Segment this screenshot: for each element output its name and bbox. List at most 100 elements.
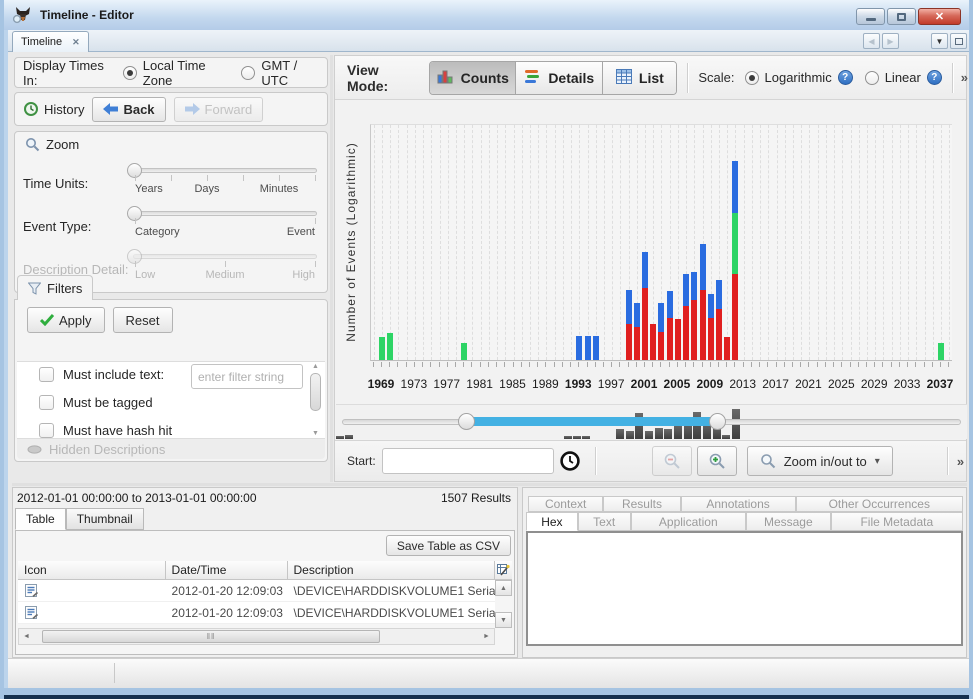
view-mode-counts[interactable]: Counts <box>430 62 516 94</box>
event-bar-2012[interactable] <box>732 161 738 360</box>
viewer-tab-hex[interactable]: Hex <box>526 512 578 531</box>
scroll-tabs-right-icon[interactable]: ▶ <box>882 33 899 49</box>
filters-tab[interactable]: Filters <box>17 275 93 300</box>
hex-content-area[interactable] <box>526 531 963 646</box>
scroll-down-icon[interactable]: ▼ <box>495 612 512 628</box>
radio-icon[interactable] <box>865 71 879 85</box>
event-bar-1970[interactable] <box>387 333 393 360</box>
maximize-pane-icon[interactable] <box>950 33 967 49</box>
history-button[interactable]: History <box>23 101 84 117</box>
scroll-left-icon[interactable]: ◄ <box>19 629 34 644</box>
scrollbar-thumb[interactable] <box>310 373 321 411</box>
checkbox-unchecked[interactable] <box>39 423 54 438</box>
view-mode-list[interactable]: List <box>603 62 676 94</box>
radio-icon[interactable] <box>241 66 255 80</box>
event-bar-2009[interactable] <box>708 294 714 360</box>
viewer-tab-other-occurrences[interactable]: Other Occurrences <box>796 496 963 512</box>
scale-radio-linear[interactable]: Linear? <box>865 70 942 85</box>
viewer-tab-application[interactable]: Application <box>631 512 746 531</box>
table-row[interactable]: 2012-01-20 12:09:03\DEVICE\HARDDISKVOLUM… <box>18 580 495 602</box>
tab-timeline[interactable]: Timeline ✕ <box>12 31 89 52</box>
range-slider-thumb-left[interactable] <box>458 413 475 430</box>
results-tab-thumbnail[interactable]: Thumbnail <box>66 508 144 530</box>
range-slider-thumb-right[interactable] <box>709 413 726 430</box>
column-header-date-time[interactable]: Date/Time <box>166 561 288 580</box>
timezone-radio-gmt-utc[interactable]: GMT / UTC <box>241 58 319 88</box>
scroll-right-icon[interactable]: ► <box>479 629 494 644</box>
event-bar-2007[interactable] <box>691 272 697 360</box>
table-row[interactable]: 2012-01-20 12:09:03\DEVICE\HARDDISKVOLUM… <box>18 602 495 624</box>
event-bar-2000[interactable] <box>634 303 640 360</box>
event-bar-1999[interactable] <box>626 290 632 360</box>
event-bar-2037[interactable] <box>938 343 944 360</box>
back-button[interactable]: Back <box>92 97 165 122</box>
scroll-tabs-left-icon[interactable]: ◀ <box>863 33 880 49</box>
filter-text-input[interactable] <box>191 364 303 389</box>
event-bar-1994[interactable] <box>585 336 591 360</box>
scroll-down-icon[interactable]: ▼ <box>310 430 321 437</box>
reset-filters-button[interactable]: Reset <box>113 307 173 333</box>
viewer-tab-message[interactable]: Message <box>746 512 831 531</box>
scroll-up-icon[interactable]: ▲ <box>310 363 321 370</box>
minimize-button[interactable] <box>856 8 885 25</box>
hidden-descriptions-button[interactable]: Hidden Descriptions <box>17 439 325 459</box>
maximize-button[interactable] <box>887 8 916 25</box>
event-bar-2011[interactable] <box>724 337 730 360</box>
horizontal-splitter[interactable] <box>12 483 967 486</box>
start-datetime-input[interactable] <box>382 448 554 474</box>
results-vertical-scrollbar[interactable]: ▲ ▼ <box>495 580 512 628</box>
time-toolbar-overflow-icon[interactable]: » <box>957 454 962 469</box>
slider-track-3[interactable] <box>133 254 317 259</box>
event-bar-2008[interactable] <box>700 244 706 360</box>
event-bar-1979[interactable] <box>461 343 467 360</box>
checkbox-unchecked[interactable] <box>39 367 54 382</box>
radio-icon[interactable] <box>123 66 137 80</box>
toolbar-overflow-icon[interactable]: » <box>961 70 966 85</box>
event-bar-1995[interactable] <box>593 336 599 360</box>
results-horizontal-scrollbar[interactable]: ◄ ‖‖ ► <box>18 628 495 645</box>
forward-button[interactable]: Forward <box>174 97 264 122</box>
vertical-splitter[interactable] <box>330 55 333 482</box>
gridline <box>530 125 531 360</box>
column-header-icon[interactable]: Icon <box>18 561 166 580</box>
apply-filters-button[interactable]: Apply <box>27 307 105 333</box>
scrollbar-thumb[interactable]: ‖‖ <box>42 630 380 643</box>
viewer-tab-annotations[interactable]: Annotations <box>681 496 796 512</box>
viewer-tab-results[interactable]: Results <box>603 496 680 512</box>
viewer-tab-text[interactable]: Text <box>578 512 631 531</box>
event-bar-2010[interactable] <box>716 280 722 360</box>
slider-track-2[interactable] <box>133 211 317 216</box>
event-bar-1969[interactable] <box>379 337 385 360</box>
slider-track-1[interactable] <box>133 168 317 173</box>
column-header-description[interactable]: Description <box>288 561 495 580</box>
event-bar-2003[interactable] <box>658 303 664 360</box>
event-bar-2005[interactable] <box>675 319 681 360</box>
checkbox-unchecked[interactable] <box>39 395 54 410</box>
save-csv-button[interactable]: Save Table as CSV <box>386 535 511 556</box>
event-bar-2004[interactable] <box>667 291 673 360</box>
event-bar-2002[interactable] <box>650 324 656 360</box>
close-button[interactable]: ✕ <box>918 8 961 25</box>
event-bar-2006[interactable] <box>683 274 689 360</box>
help-icon[interactable]: ? <box>838 70 853 85</box>
scroll-up-icon[interactable]: ▲ <box>495 580 512 596</box>
clock-picker-icon[interactable] <box>559 450 581 472</box>
filter-list-scrollbar[interactable]: ▲ ▼ <box>310 363 323 437</box>
view-mode-details[interactable]: Details <box>516 62 603 94</box>
event-bar-2001[interactable] <box>642 252 648 360</box>
scale-radio-logarithmic[interactable]: Logarithmic? <box>745 70 853 85</box>
viewer-tab-context[interactable]: Context <box>528 496 603 512</box>
zoom-in-button[interactable] <box>697 446 737 476</box>
zoom-in-out-dropdown[interactable]: Zoom in/out to ▾ <box>747 446 893 476</box>
viewer-tab-file-metadata[interactable]: File Metadata <box>831 512 963 531</box>
radio-icon[interactable] <box>745 71 759 85</box>
tab-list-dropdown-icon[interactable]: ▼ <box>931 33 948 49</box>
tab-close-icon[interactable]: ✕ <box>72 37 80 48</box>
timezone-radio-local-time-zone[interactable]: Local Time Zone <box>123 58 228 88</box>
results-tab-table[interactable]: Table <box>15 508 66 530</box>
column-chooser-button[interactable] <box>495 561 512 580</box>
help-icon[interactable]: ? <box>927 70 942 85</box>
zoom-out-button[interactable] <box>652 446 692 476</box>
range-slider-selection[interactable] <box>466 417 717 426</box>
event-bar-1993[interactable] <box>576 336 582 360</box>
